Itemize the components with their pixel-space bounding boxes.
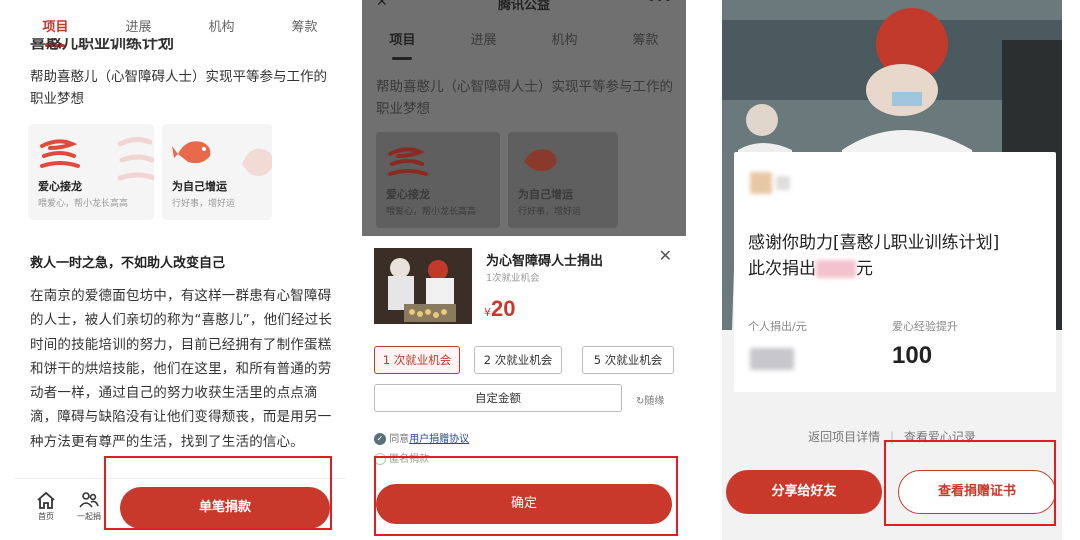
checked-icon[interactable]: ✓ bbox=[374, 433, 386, 445]
sheet-subtitle: 1次就业机会 bbox=[486, 273, 540, 284]
home-icon bbox=[37, 491, 55, 509]
tab-progress[interactable]: 进展 bbox=[119, 12, 157, 39]
more-icon[interactable]: ••• bbox=[647, 0, 672, 8]
dragon-icon bbox=[40, 139, 80, 168]
close-sheet-icon[interactable]: ✕ bbox=[659, 246, 672, 265]
tab-fundraising[interactable]: 筹款 bbox=[285, 12, 323, 39]
highlight-box bbox=[104, 456, 332, 530]
dimmed-background: ✕ 腾讯公益 ••• 项目 进展 机构 筹款 帮助喜憨儿（心智障碍人士）实现平等… bbox=[362, 0, 686, 236]
option-1-job[interactable]: 1 次就业机会 bbox=[374, 346, 460, 374]
card-title: 为自己增运 bbox=[518, 188, 573, 201]
project-story: 在南京的爱德面包坊中，有这样一群患有心智障碍的人士，被人们亲切的称为“喜憨儿”，… bbox=[30, 288, 333, 450]
card-good-luck: 为自己增运 行好事，增好运 bbox=[508, 132, 618, 228]
back-to-project-link[interactable]: 返回项目详情 bbox=[808, 430, 880, 444]
card-desc: 喂爱心，帮小龙长高高 bbox=[386, 207, 477, 217]
card-title: 为自己增运 bbox=[172, 180, 227, 193]
card-desc: 行好事，增好运 bbox=[518, 207, 582, 217]
dragon-watermark-icon bbox=[117, 136, 154, 181]
project-detail-screen: 项目 进展 机构 筹款 喜憨儿职业训练计划 帮助喜憨儿（心智障碍人士）实现平等参… bbox=[14, 0, 346, 540]
share-button[interactable]: 分享给好友 bbox=[726, 470, 882, 514]
nav-together[interactable]: 一起捐 bbox=[72, 491, 106, 522]
project-thumbnail bbox=[374, 248, 472, 324]
nav-home[interactable]: 首页 bbox=[32, 491, 60, 522]
card-title: 爱心接龙 bbox=[386, 188, 430, 201]
koi-fish-icon bbox=[524, 149, 557, 172]
experience-label: 爱心经验提升 bbox=[892, 320, 958, 333]
donation-certificate-card: 感谢你助力[喜憨儿职业训练计划] 此次捐出元 个人捐出/元 爱心经验提升 100 bbox=[734, 152, 1056, 392]
card-title: 爱心接龙 bbox=[38, 180, 82, 193]
donation-success-screen: 感谢你助力[喜憨儿职业训练计划] 此次捐出元 个人捐出/元 爱心经验提升 100… bbox=[722, 0, 1062, 540]
section-heading: 救人一时之急，不如助人改变自己 bbox=[30, 256, 226, 271]
card-love-relay: 爱心接龙 喂爱心，帮小龙长高高 bbox=[376, 132, 500, 228]
agreement-row: ✓ 同意用户捐赠协议 bbox=[374, 430, 469, 445]
nav-label: 首页 bbox=[38, 512, 54, 521]
tab-progress[interactable]: 进展 bbox=[464, 25, 502, 52]
card-good-luck[interactable]: 为自己增运 行好事，增好运 bbox=[162, 124, 272, 220]
tab-project[interactable]: 项目 bbox=[383, 25, 421, 60]
card-desc: 行好事，增好运 bbox=[172, 199, 236, 209]
highlight-box bbox=[884, 440, 1056, 526]
avatar-blurred-small bbox=[776, 176, 790, 190]
koi-watermark-icon bbox=[242, 148, 272, 176]
dragon-icon bbox=[388, 147, 428, 176]
user-agreement-link[interactable]: 用户捐赠协议 bbox=[409, 434, 469, 445]
header-title: 腾讯公益 bbox=[497, 0, 550, 13]
project-title-partial: 喜憨儿职业训练计划 bbox=[30, 38, 175, 52]
tab-organization[interactable]: 机构 bbox=[545, 25, 583, 52]
people-icon bbox=[79, 492, 99, 508]
random-amount-button[interactable]: ↻随缘 bbox=[636, 392, 664, 407]
bakery-photo bbox=[374, 248, 472, 324]
nav-label: 一起捐 bbox=[77, 512, 101, 521]
sheet-title: 为心智障碍人士捐出 bbox=[486, 254, 604, 269]
project-subtitle: 帮助喜憨儿（心智障碍人士）实现平等参与工作的职业梦想 bbox=[30, 69, 327, 107]
tab-project[interactable]: 项目 bbox=[36, 12, 74, 47]
personal-donation-blurred bbox=[750, 348, 794, 370]
thanks-message: 感谢你助力[喜憨儿职业训练计划] 此次捐出元 bbox=[748, 233, 1000, 279]
custom-amount-button[interactable]: 自定金额 bbox=[374, 384, 622, 412]
card-love-relay[interactable]: 爱心接龙 喂爱心，帮小龙长高高 bbox=[28, 124, 154, 220]
experience-value: 100 bbox=[892, 342, 933, 369]
koi-fish-icon bbox=[172, 141, 211, 164]
project-subtitle: 帮助喜憨儿（心智障碍人士）实现平等参与工作的职业梦想 bbox=[376, 79, 673, 117]
project-tabs: 项目 进展 机构 筹款 bbox=[362, 14, 686, 62]
donation-sheet-screen: ✕ 腾讯公益 ••• 项目 进展 机构 筹款 帮助喜憨儿（心智障碍人士）实现平等… bbox=[362, 0, 686, 540]
personal-donation-label: 个人捐出/元 bbox=[748, 320, 807, 333]
card-desc: 喂爱心，帮小龙长高高 bbox=[38, 199, 129, 209]
option-5-jobs[interactable]: 5 次就业机会 bbox=[582, 346, 674, 374]
avatar-blurred bbox=[750, 172, 772, 194]
tab-organization[interactable]: 机构 bbox=[202, 12, 240, 39]
agree-label: 同意 bbox=[389, 434, 410, 445]
amount-blurred bbox=[816, 260, 856, 278]
option-2-jobs[interactable]: 2 次就业机会 bbox=[474, 346, 562, 374]
donation-amount: ¥20 bbox=[484, 296, 516, 321]
highlight-box bbox=[374, 456, 678, 536]
tab-fundraising[interactable]: 筹款 bbox=[626, 25, 664, 52]
